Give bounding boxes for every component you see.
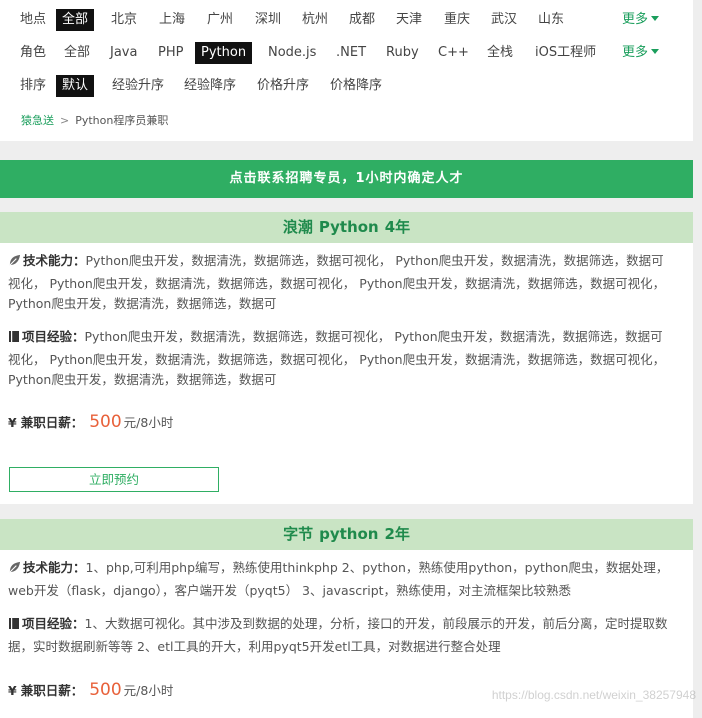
project-experience-text: 1、大数据可视化。其中涉及到数据的处理，分析，接口的开发，前段展示的开发，前后分…: [8, 616, 668, 654]
location-option-hangzhou[interactable]: 杭州: [296, 9, 334, 31]
book-now-button[interactable]: 立即预约: [9, 467, 219, 492]
skills-label: 技术能力：: [23, 560, 86, 575]
daily-salary-label: 兼职日薪：: [20, 415, 84, 430]
sort-option-exp-desc[interactable]: 经验降序: [178, 75, 242, 97]
location-option-wuhan[interactable]: 武汉: [485, 9, 523, 31]
daily-salary-unit: 元/8小时: [123, 415, 174, 430]
daily-salary: ¥ 兼职日薪： 500 元/8小时: [8, 680, 173, 700]
project-experience-text: Python爬虫开发，数据清洗，数据筛选，数据可视化， Python爬虫开发，数…: [8, 329, 666, 387]
role-option-ios[interactable]: iOS工程师: [529, 42, 602, 64]
location-more-dropdown[interactable]: 更多: [622, 9, 660, 31]
location-option-beijing[interactable]: 北京: [105, 9, 143, 31]
role-option-dotnet[interactable]: .NET: [330, 42, 372, 64]
candidate-card-header: 浪潮 Python 4年: [0, 212, 693, 243]
breadcrumb-home-link[interactable]: 猿急送: [21, 114, 54, 127]
location-option-all[interactable]: 全部: [56, 9, 95, 31]
location-filter-row: 地点 全部 北京 上海 广州 深圳 杭州 成都 天津 重庆 武汉 山东 更多: [0, 9, 693, 33]
sort-filter-label: 排序: [20, 78, 47, 93]
sort-option-price-desc[interactable]: 价格降序: [324, 75, 388, 97]
candidate-company: 字节: [283, 525, 314, 543]
candidate-language: python: [319, 525, 379, 543]
contact-recruiter-banner[interactable]: 点击联系招聘专员，1小时内确定人才: [0, 160, 693, 198]
candidate-language: Python: [318, 218, 379, 236]
breadcrumb: 猿急送 > Python程序员兼职: [21, 112, 168, 128]
candidate-company: 浪潮: [282, 218, 313, 236]
role-option-nodejs[interactable]: Node.js: [262, 42, 322, 64]
skills-text: Python爬虫开发，数据清洗，数据筛选，数据可视化， Python爬虫开发，数…: [8, 253, 666, 311]
role-more-label: 更多: [622, 45, 649, 60]
role-filter-label: 角色: [20, 45, 47, 60]
daily-salary: ¥ 兼职日薪： 500 元/8小时: [8, 412, 173, 432]
skills-text: 1、php,可利用php编写，熟练使用thinkphp 2、python，熟练使…: [8, 560, 669, 598]
skills-section: 技术能力：Python爬虫开发，数据清洗，数据筛选，数据可视化， Python爬…: [8, 251, 673, 315]
role-option-php[interactable]: PHP: [152, 42, 189, 64]
location-option-shenzhen[interactable]: 深圳: [249, 9, 287, 31]
breadcrumb-current: Python程序员兼职: [75, 114, 169, 127]
project-experience-label: 项目经验：: [22, 616, 85, 631]
daily-salary-label: 兼职日薪：: [20, 683, 84, 698]
daily-salary-amount: 500: [89, 412, 122, 432]
role-option-all[interactable]: 全部: [58, 42, 96, 64]
location-option-shandong[interactable]: 山东: [532, 9, 570, 31]
project-experience-section: 项目经验：1、大数据可视化。其中涉及到数据的处理，分析，接口的开发，前段展示的开…: [8, 614, 673, 657]
location-more-label: 更多: [622, 12, 649, 27]
role-option-cpp[interactable]: C++: [432, 42, 475, 64]
candidate-years: 2年: [384, 525, 410, 543]
filter-panel: 地点 全部 北京 上海 广州 深圳 杭州 成都 天津 重庆 武汉 山东 更多 角…: [0, 0, 693, 141]
yen-icon: ¥: [8, 415, 17, 430]
sort-option-price-asc[interactable]: 价格升序: [251, 75, 315, 97]
sort-option-default[interactable]: 默认: [56, 75, 95, 97]
chevron-down-icon: [651, 49, 660, 54]
role-more-dropdown[interactable]: 更多: [622, 42, 660, 64]
skills-section: 技术能力：1、php,可利用php编写，熟练使用thinkphp 2、pytho…: [8, 558, 673, 601]
candidate-years: 4年: [384, 218, 411, 236]
location-option-chongqing[interactable]: 重庆: [438, 9, 476, 31]
notebook-icon: [8, 616, 20, 637]
candidate-card: 浪潮 Python 4年 技术能力：Python爬虫开发，数据清洗，数据筛选，数据可…: [0, 212, 693, 504]
location-filter-label: 地点: [20, 12, 47, 27]
daily-salary-unit: 元/8小时: [123, 683, 174, 698]
project-experience-section: 项目经验：Python爬虫开发，数据清洗，数据筛选，数据可视化， Python爬…: [8, 327, 673, 391]
sort-option-exp-asc[interactable]: 经验升序: [106, 75, 170, 97]
project-experience-label: 项目经验：: [22, 329, 85, 344]
chevron-down-icon: [651, 16, 660, 21]
role-filter-row: 角色 全部 Java PHP Python Node.js .NET Ruby …: [0, 42, 693, 66]
leaf-icon: [8, 253, 21, 274]
role-option-java[interactable]: Java: [104, 42, 143, 64]
role-option-ruby[interactable]: Ruby: [380, 42, 425, 64]
watermark: https://blog.csdn.net/weixin_38257948: [491, 688, 696, 702]
notebook-icon: [8, 329, 20, 350]
daily-salary-amount: 500: [89, 680, 122, 700]
location-option-guangzhou[interactable]: 广州: [201, 9, 239, 31]
leaf-icon: [8, 560, 21, 581]
yen-icon: ¥: [8, 683, 17, 698]
sort-filter-row: 排序 默认 经验升序 经验降序 价格升序 价格降序: [0, 75, 693, 99]
location-option-tianjin[interactable]: 天津: [390, 9, 428, 31]
location-option-chengdu[interactable]: 成都: [343, 9, 381, 31]
skills-label: 技术能力：: [23, 253, 86, 268]
candidate-card-header: 字节 python 2年: [0, 519, 693, 550]
role-option-python[interactable]: Python: [195, 42, 253, 64]
location-option-shanghai[interactable]: 上海: [153, 9, 191, 31]
role-option-fullstack[interactable]: 全栈: [481, 42, 519, 64]
breadcrumb-separator: >: [60, 114, 70, 127]
